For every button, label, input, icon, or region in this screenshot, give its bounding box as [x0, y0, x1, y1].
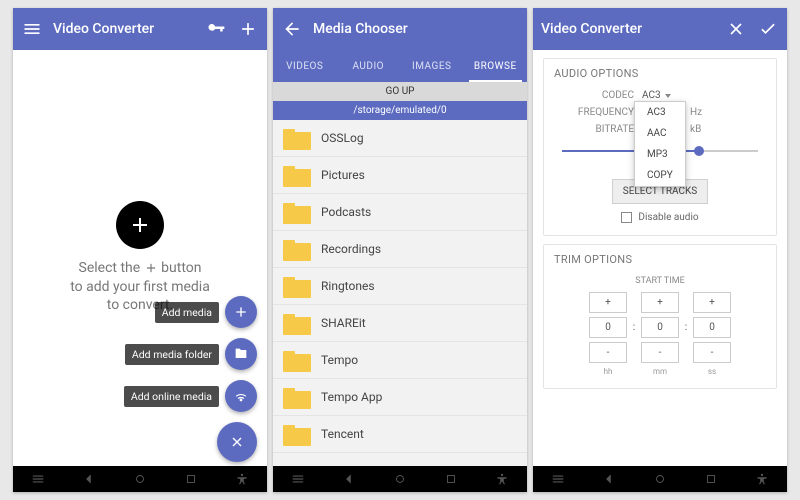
app-title: Video Converter: [53, 21, 154, 37]
folder-icon: [283, 311, 311, 335]
list-item[interactable]: Tempo: [273, 342, 527, 379]
nav-home-icon[interactable]: [131, 470, 149, 488]
list-item[interactable]: Tempo App: [273, 379, 527, 416]
codec-option[interactable]: AC3: [635, 102, 685, 123]
nav-bar: [273, 466, 527, 492]
disable-audio-label: Disable audio: [638, 212, 698, 223]
app-title: Video Converter: [541, 21, 642, 37]
empty-plus-icon: [116, 201, 164, 249]
fab-add-media[interactable]: [225, 296, 257, 328]
codec-dropdown: AC3 AAC MP3 COPY: [634, 101, 686, 187]
key-icon[interactable]: [205, 18, 227, 40]
tab-images[interactable]: IMAGES: [400, 50, 464, 82]
fab-label-add-online: Add online media: [124, 386, 219, 407]
list-item[interactable]: Tencent: [273, 416, 527, 453]
codec-option[interactable]: MP3: [635, 144, 685, 165]
nav-recent-icon[interactable]: [182, 470, 200, 488]
fab-label-add-media: Add media: [155, 302, 219, 323]
mm-minus[interactable]: -: [641, 342, 679, 363]
ss-plus[interactable]: +: [693, 292, 731, 313]
nav-accessibility-icon[interactable]: [753, 470, 771, 488]
audio-options-title: AUDIO OPTIONS: [554, 67, 766, 80]
nav-back-icon[interactable]: [80, 470, 98, 488]
nav-menu-icon[interactable]: [549, 470, 567, 488]
menu-icon[interactable]: [21, 18, 43, 40]
nav-menu-icon[interactable]: [29, 470, 47, 488]
tab-audio[interactable]: AUDIO: [337, 50, 401, 82]
nav-recent-icon[interactable]: [702, 470, 720, 488]
codec-option[interactable]: AAC: [635, 123, 685, 144]
trim-options-card: TRIM OPTIONS START TIME + + + 0 : 0 : 0 …: [543, 244, 777, 389]
nav-back-icon[interactable]: [340, 470, 358, 488]
folder-icon: [283, 126, 311, 150]
back-icon[interactable]: [281, 18, 303, 40]
nav-back-icon[interactable]: [600, 470, 618, 488]
fab-label-add-folder: Add media folder: [125, 344, 219, 365]
tab-bar: VIDEOS AUDIO IMAGES BROWSE: [273, 50, 527, 82]
hh-value[interactable]: 0: [589, 317, 627, 338]
hh-plus[interactable]: +: [589, 292, 627, 313]
file-list: OSSLog Pictures Podcasts Recordings Ring…: [273, 120, 527, 466]
close-icon[interactable]: [725, 18, 747, 40]
appbar: Media Chooser: [273, 8, 527, 50]
fab-menu: Add media Add media folder Add online me…: [124, 296, 257, 462]
nav-accessibility-icon[interactable]: [493, 470, 511, 488]
ss-minus[interactable]: -: [693, 342, 731, 363]
tab-videos[interactable]: VIDEOS: [273, 50, 337, 82]
phone-1: Video Converter Select the button to add…: [13, 8, 267, 492]
check-icon[interactable]: [757, 18, 779, 40]
trim-options-title: TRIM OPTIONS: [554, 253, 766, 266]
list-item[interactable]: Podcasts: [273, 194, 527, 231]
nav-bar: [533, 466, 787, 492]
fab-add-online[interactable]: [225, 380, 257, 412]
list-item[interactable]: OSSLog: [273, 120, 527, 157]
folder-icon: [283, 385, 311, 409]
plus-icon[interactable]: [237, 18, 259, 40]
list-item[interactable]: Pictures: [273, 157, 527, 194]
nav-home-icon[interactable]: [391, 470, 409, 488]
folder-icon: [283, 422, 311, 446]
hh-minus[interactable]: -: [589, 342, 627, 363]
empty-state: Select the button to add your first medi…: [13, 50, 267, 466]
ss-value[interactable]: 0: [693, 317, 731, 338]
current-path: /storage/emulated/0: [273, 101, 527, 120]
disable-audio-checkbox[interactable]: [621, 212, 632, 223]
phone-2: Media Chooser VIDEOS AUDIO IMAGES BROWSE…: [273, 8, 527, 492]
codec-row[interactable]: CODEC AC3: [554, 90, 766, 101]
list-item[interactable]: SHAREit: [273, 305, 527, 342]
codec-option[interactable]: COPY: [635, 165, 685, 186]
mm-plus[interactable]: +: [641, 292, 679, 313]
nav-recent-icon[interactable]: [442, 470, 460, 488]
phone-3: Video Converter AUDIO OPTIONS CODEC AC3 …: [533, 8, 787, 492]
folder-icon: [283, 200, 311, 224]
go-up-row[interactable]: GO UP: [273, 82, 527, 101]
fab-add-folder[interactable]: [225, 338, 257, 370]
folder-icon: [283, 274, 311, 298]
mm-value[interactable]: 0: [641, 317, 679, 338]
nav-accessibility-icon[interactable]: [233, 470, 251, 488]
fab-close[interactable]: [217, 422, 257, 462]
tab-browse[interactable]: BROWSE: [464, 50, 528, 82]
start-time-label: START TIME: [554, 276, 766, 286]
app-title: Media Chooser: [313, 21, 408, 37]
folder-icon: [283, 163, 311, 187]
nav-home-icon[interactable]: [651, 470, 669, 488]
audio-options-card: AUDIO OPTIONS CODEC AC3 FREQUENCY Hz BIT…: [543, 58, 777, 236]
list-item[interactable]: Ringtones: [273, 268, 527, 305]
folder-icon: [283, 237, 311, 261]
appbar: Video Converter: [13, 8, 267, 50]
appbar: Video Converter: [533, 8, 787, 50]
folder-icon: [283, 348, 311, 372]
nav-menu-icon[interactable]: [289, 470, 307, 488]
list-item[interactable]: Recordings: [273, 231, 527, 268]
nav-bar: [13, 466, 267, 492]
